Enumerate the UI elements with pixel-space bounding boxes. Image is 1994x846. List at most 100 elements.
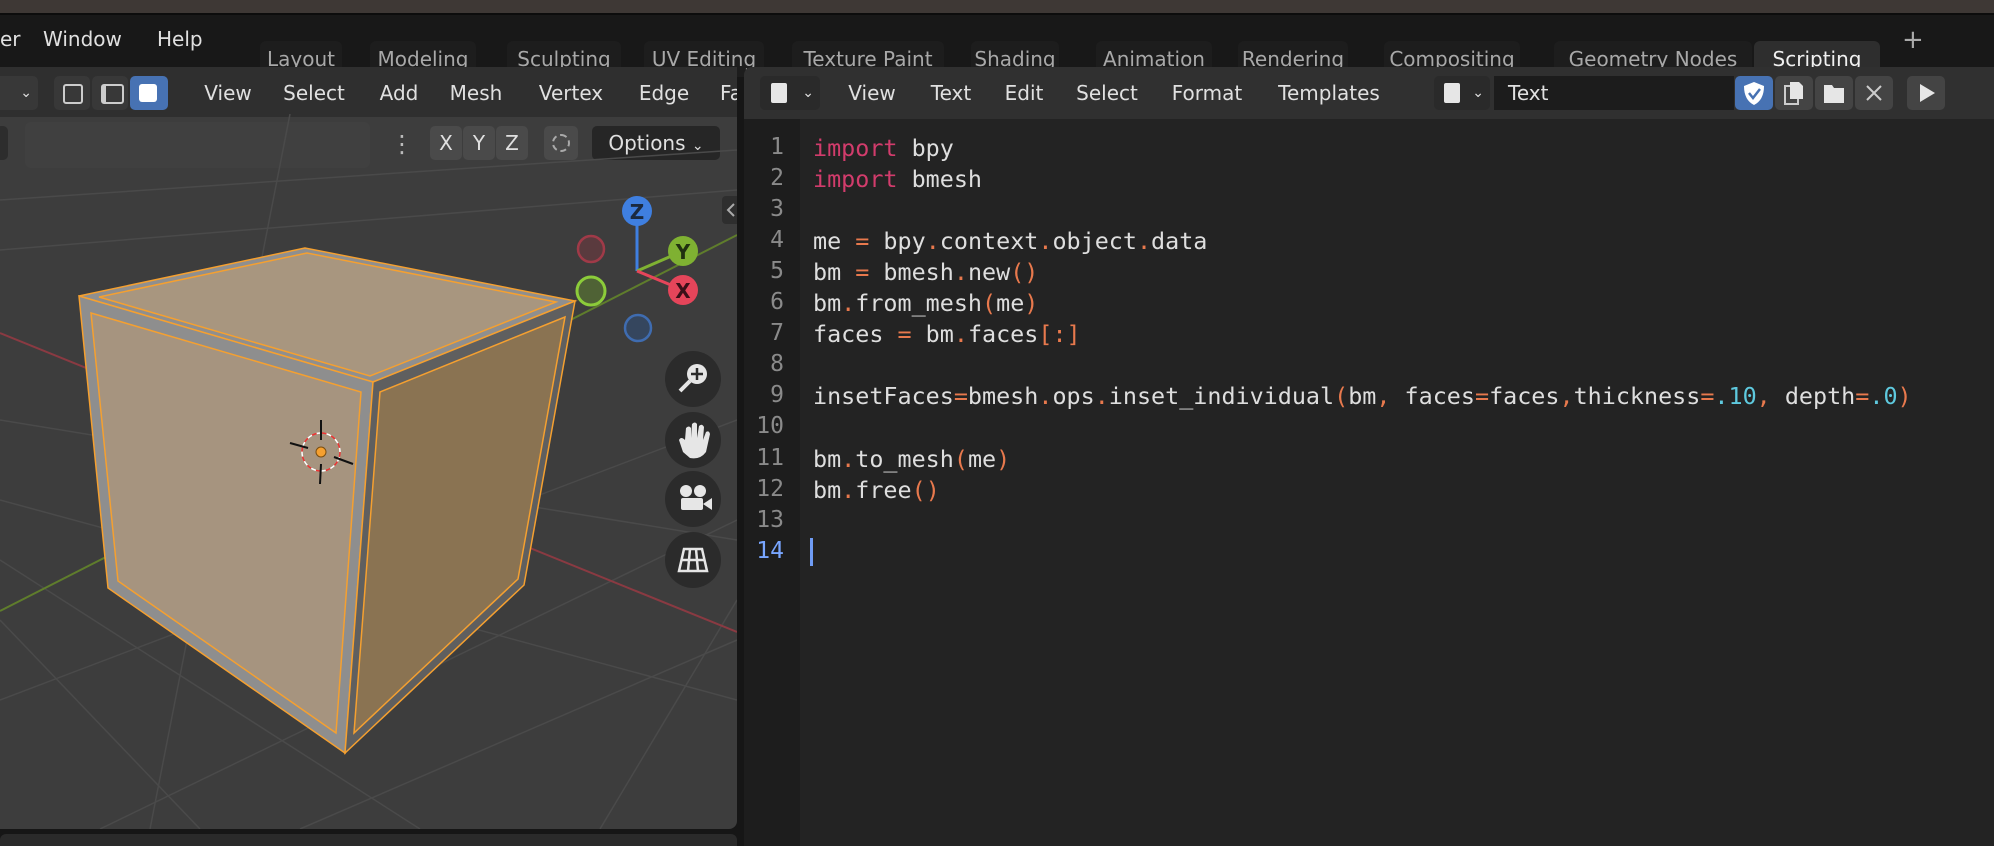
code-token: = [1855,382,1870,411]
viewport-menu-select[interactable]: Select [269,76,359,110]
code-token: . [1136,227,1152,256]
vertex-select-icon [63,84,83,104]
code-token: . [953,258,968,287]
perspective-toggle-button[interactable] [665,532,721,588]
negative-y-axis-handle[interactable] [575,275,607,307]
line-number: 4 [770,227,784,254]
code-token: me [996,289,1025,318]
code-token: . [841,444,856,473]
face-select-mode-button[interactable] [130,76,168,110]
y-axis-label: Y [675,240,691,264]
camera-view-button[interactable] [665,471,721,527]
code-token: () [1010,258,1039,287]
line-number: 5 [770,258,784,285]
line-number: 7 [770,320,784,347]
pan-button[interactable] [665,412,721,468]
code-token: bmesh [897,165,982,194]
code-token: = [855,258,870,287]
code-token: faces [813,320,898,349]
x-axis-label: X [675,279,691,303]
code-token: . [1038,382,1053,411]
code-token: ( [1334,382,1349,411]
code-token: faces [1390,382,1475,411]
code-token: bmesh [869,258,954,287]
code-token: , [1376,382,1391,411]
code-line[interactable]: bm.to_mesh(me) [813,445,1010,473]
add-workspace-button[interactable]: + [1902,25,1924,55]
code-token: bm [813,475,842,504]
negative-x-axis-handle[interactable] [576,234,606,264]
code-area[interactable]: 1 import bpy 2 import bmesh 3 4 me = bpy.conte… [744,67,1994,846]
menu-help[interactable]: Help [157,27,203,51]
code-token: bm [1348,382,1377,411]
code-token: new [967,258,1011,287]
mode-dropdown[interactable]: ⌄ [0,76,38,110]
code-token: inset_individual [1108,382,1335,411]
code-token: from_mesh [855,289,983,318]
code-token: [:] [1038,320,1081,349]
code-token: to_mesh [855,444,954,473]
viewport-menu-fa[interactable]: Fa [708,76,737,110]
negative-z-axis-handle[interactable] [623,313,653,343]
code-token: object [1052,227,1137,256]
code-token: . [1038,227,1053,256]
code-token: , [1756,382,1771,411]
code-line[interactable]: import bpy [813,134,954,162]
zoom-button[interactable] [665,351,721,407]
line-number: 6 [770,289,784,316]
viewport-menu-add[interactable]: Add [365,76,433,110]
line-number: 10 [756,413,784,440]
code-token: insetFaces [813,382,954,411]
sidebar-toggle[interactable] [722,196,737,224]
text-cursor [810,537,813,566]
code-token: bmesh [967,382,1039,411]
code-line[interactable]: bm = bmesh.new() [813,258,1038,286]
line-number: 14 [756,537,784,564]
face-select-icon [139,84,157,102]
code-line[interactable]: import bmesh [813,165,982,193]
code-token: .10 [1714,382,1757,411]
line-number: 12 [756,475,784,502]
code-token: bpy [897,134,954,162]
code-token: bm [813,444,842,473]
window-title-strip [0,0,1994,15]
viewport-menu-mesh[interactable]: Mesh [438,76,514,110]
code-token: faces [967,320,1039,349]
code-line[interactable]: faces = bm.faces[:] [813,320,1081,348]
code-token: . [925,227,940,256]
code-line[interactable]: insetFaces=bmesh.ops.inset_individual(bm… [813,382,1912,410]
viewport-scene[interactable]: Z Y X [0,114,737,829]
vertex-select-mode-button[interactable] [54,76,90,110]
viewport-menu-view[interactable]: View [189,76,267,110]
code-token: ops [1052,382,1095,411]
navigation-gizmo[interactable]: Z Y X [575,196,698,343]
viewport-menu-edge[interactable]: Edge [625,76,703,110]
line-number: 9 [770,382,784,409]
3d-viewport[interactable]: ⌄ View Select Add Mesh Vertex Edge Fa ⋮ X Y Z … [0,67,737,829]
viewport-menu-vertex[interactable]: Vertex [526,76,616,110]
code-token: , [1559,382,1574,411]
code-token: ( [953,444,968,473]
line-number: 8 [770,351,784,378]
code-token: me [967,444,997,473]
text-editor[interactable]: ⌄ View Text Edit Select Format Templates ⌄ Te… [744,67,1994,846]
code-line[interactable]: bm.from_mesh(me) [813,289,1038,317]
menu-file-clipped[interactable]: er [0,27,21,51]
code-token: bpy [869,227,926,256]
code-token: = [1700,382,1715,411]
code-token: () [911,475,940,504]
code-token: bm [813,289,842,318]
code-token: ) [1897,382,1912,411]
code-line[interactable]: me = bpy.context.object.data [813,227,1207,255]
code-token: = [953,382,968,411]
line-number: 2 [770,165,784,192]
code-token: .0 [1869,382,1898,411]
cube-mesh[interactable] [78,247,578,755]
chevron-down-icon: ⌄ [20,85,32,101]
menu-window[interactable]: Window [43,27,122,51]
code-token: = [897,320,912,349]
line-number: 13 [756,506,784,533]
code-line[interactable]: bm.free() [813,476,940,504]
line-number: 3 [770,196,784,223]
edge-select-mode-button[interactable] [92,76,128,110]
